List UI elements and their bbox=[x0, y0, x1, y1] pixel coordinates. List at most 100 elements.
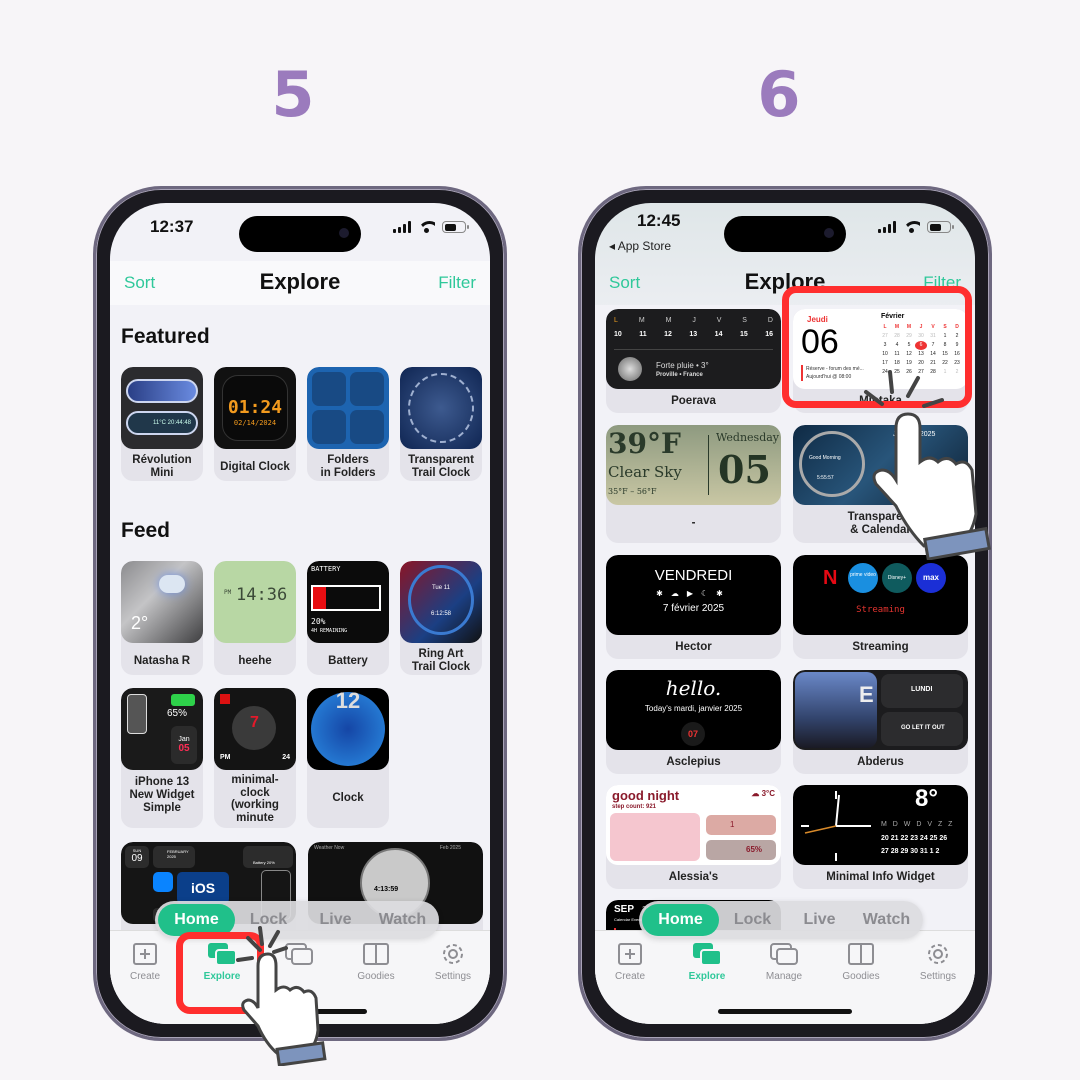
widget-name: Streaming bbox=[852, 641, 909, 653]
widget-preview: 39°F Clear Sky 35°F – 56°F Wednesday 05 bbox=[606, 425, 781, 505]
widget-card-clock[interactable]: 12 Clock bbox=[307, 688, 389, 828]
goodies-panel-icon bbox=[826, 941, 896, 967]
widget-type-segmented-control: Home Lock Live Watch bbox=[639, 901, 923, 939]
widget-card-ring-art-trail-clock[interactable]: Tue 11 6:12:58 Ring Art Trail Clock bbox=[400, 561, 482, 675]
goodies-panel-icon bbox=[341, 941, 411, 967]
wifi-icon bbox=[418, 221, 435, 233]
page-title: Explore bbox=[259, 269, 341, 294]
dynamic-island bbox=[724, 216, 846, 252]
widget-name-line: Trail Clock bbox=[411, 661, 471, 673]
widget-preview bbox=[307, 367, 389, 449]
widget-name-line: New Widget bbox=[129, 789, 195, 801]
widget-card-folders-in-folders[interactable]: Folders in Folders bbox=[307, 367, 389, 481]
widget-card-hector[interactable]: VENDREDI ✱☁▶☾✱ 7 février 2025 Hector bbox=[606, 555, 781, 659]
widget-name-line: Simple bbox=[143, 802, 181, 814]
widget-card-minimal-info-widget[interactable]: 8° M D W D V Z Z 20 21 22 23 24 25 26 27… bbox=[793, 785, 968, 889]
widget-name: Alessia's bbox=[668, 871, 719, 883]
widget-card-clear-sky[interactable]: 39°F Clear Sky 35°F – 56°F Wednesday 05 … bbox=[606, 425, 781, 543]
widget-name-line: Ring Art bbox=[418, 648, 464, 660]
widget-card-poerava[interactable]: LMMJVSD 10 11 12 13 14 15 16 Forte pluie • 3° … bbox=[606, 309, 781, 413]
step-number-6: 6 bbox=[757, 58, 801, 131]
widget-name-line: iPhone 13 bbox=[134, 776, 190, 788]
tab-manage[interactable]: Manage bbox=[749, 941, 819, 982]
widget-name-line: minute bbox=[236, 811, 274, 824]
widget-preview: PM 14:36 bbox=[214, 561, 296, 643]
phone-frame-step5: 12:37 Sort Explore Filter Featured 11°C … bbox=[93, 186, 507, 1041]
plus-square-icon bbox=[110, 941, 180, 967]
tab-create[interactable]: Create bbox=[110, 941, 180, 982]
battery-icon bbox=[927, 221, 954, 233]
widget-name-line: Trail Clock bbox=[411, 467, 471, 479]
widget-card-iphone-13-new-widget-simple[interactable]: 65% Jan 05 iPhone 13 New Widget Simple bbox=[121, 688, 203, 828]
widget-preview: LMMJVSD 10 11 12 13 14 15 16 Forte pluie • 3° … bbox=[606, 309, 781, 389]
section-featured-heading: Featured bbox=[121, 325, 210, 348]
widget-name: Asclepius bbox=[666, 756, 721, 768]
tab-explore[interactable]: Explore bbox=[672, 941, 742, 982]
back-to-app-store-link[interactable]: ◂ App Store bbox=[609, 239, 671, 253]
widget-card-abderus[interactable]: E LUNDI GO LET IT OUT Abderus bbox=[793, 670, 968, 774]
status-time: 12:45 bbox=[637, 211, 681, 230]
widget-name: Battery bbox=[328, 655, 368, 667]
tab-settings[interactable]: Settings bbox=[418, 941, 488, 982]
segment-lock[interactable]: Lock bbox=[719, 904, 786, 936]
widget-name-line: Révolution bbox=[132, 454, 192, 466]
tab-create[interactable]: Create bbox=[595, 941, 665, 982]
widget-name: - bbox=[691, 517, 696, 529]
tap-hand-icon bbox=[236, 926, 327, 1066]
widget-preview: BATTERY 20% 4H REMAINING bbox=[307, 561, 389, 643]
nav-bar: Sort Explore Filter bbox=[110, 261, 490, 305]
gear-icon bbox=[903, 941, 973, 967]
widget-name: Minimal Info Widget bbox=[826, 871, 935, 883]
tab-settings[interactable]: Settings bbox=[903, 941, 973, 982]
widget-name: Natasha R bbox=[133, 655, 191, 667]
segment-watch[interactable]: Watch bbox=[369, 904, 436, 936]
status-time: 12:37 bbox=[150, 217, 194, 236]
widget-card-minimal-clock[interactable]: 7 PM 24 minimal-clock (working minute bbox=[214, 688, 296, 828]
widget-preview: 01:24 02/14/2024 bbox=[214, 367, 296, 449]
gear-icon bbox=[418, 941, 488, 967]
segment-watch[interactable]: Watch bbox=[853, 904, 920, 936]
analog-clock-icon bbox=[801, 791, 871, 861]
widget-card-heehe[interactable]: PM 14:36 heehe bbox=[214, 561, 296, 675]
widget-preview: N prime video Disney+ max Streaming bbox=[793, 555, 968, 635]
widget-preview: VENDREDI ✱☁▶☾✱ 7 février 2025 bbox=[606, 555, 781, 635]
tab-goodies[interactable]: Goodies bbox=[341, 941, 411, 982]
widget-name-line: clock bbox=[240, 786, 270, 799]
phone-screen: 12:37 Sort Explore Filter Featured 11°C … bbox=[110, 203, 490, 1024]
widget-card-natasha-r[interactable]: 2° Natasha R bbox=[121, 561, 203, 675]
widget-card-revolution-mini[interactable]: 11°C 20:44:48 Révolution Mini bbox=[121, 367, 203, 481]
widget-name-line: in Folders bbox=[320, 467, 376, 479]
widget-card-digital-clock[interactable]: 01:24 02/14/2024 Digital Clock bbox=[214, 367, 296, 481]
widget-name: Clock bbox=[332, 792, 364, 804]
wifi-icon bbox=[903, 221, 920, 233]
widget-preview: Tue 11 6:12:58 bbox=[400, 561, 482, 643]
filter-button[interactable]: Filter bbox=[438, 273, 476, 293]
widget-preview: 7 PM 24 bbox=[214, 688, 296, 770]
dynamic-island bbox=[239, 216, 361, 252]
widget-name-line: minimal- bbox=[231, 774, 279, 786]
widget-card-transparent-trail-clock[interactable]: Transparent Trail Clock bbox=[400, 367, 482, 481]
widget-card-streaming[interactable]: N prime video Disney+ max Streaming Stre… bbox=[793, 555, 968, 659]
widget-name-line: Mini bbox=[150, 467, 174, 479]
widget-name: Poerava bbox=[671, 395, 716, 407]
cellular-signal-icon bbox=[878, 221, 896, 233]
widget-preview: 11°C 20:44:48 bbox=[121, 367, 203, 449]
widget-name: Abderus bbox=[857, 756, 904, 768]
widget-card-battery[interactable]: BATTERY 20% 4H REMAINING Battery bbox=[307, 561, 389, 675]
tap-hand-icon bbox=[864, 370, 991, 560]
explore-content[interactable]: Featured 11°C 20:44:48 Révolution Mini 01… bbox=[110, 305, 490, 1024]
widget-card-asclepius[interactable]: hello. Today's mardi, janvier 2025 07 As… bbox=[606, 670, 781, 774]
step-number-5: 5 bbox=[271, 58, 315, 131]
widget-preview bbox=[400, 367, 482, 449]
manage-stack-icon bbox=[749, 941, 819, 967]
widget-card-alessias[interactable]: good night step count: 921 ☁ 3°C 1 65% A… bbox=[606, 785, 781, 889]
segment-home[interactable]: Home bbox=[642, 904, 720, 936]
home-indicator bbox=[718, 1009, 852, 1014]
segment-live[interactable]: Live bbox=[786, 904, 853, 936]
cellular-signal-icon bbox=[393, 221, 411, 233]
widget-preview: E LUNDI GO LET IT OUT bbox=[793, 670, 968, 750]
tab-goodies[interactable]: Goodies bbox=[826, 941, 896, 982]
widget-preview: good night step count: 921 ☁ 3°C 1 65% bbox=[606, 785, 781, 865]
widget-preview: 8° M D W D V Z Z 20 21 22 23 24 25 26 27… bbox=[793, 785, 968, 865]
widget-preview: hello. Today's mardi, janvier 2025 07 bbox=[606, 670, 781, 750]
